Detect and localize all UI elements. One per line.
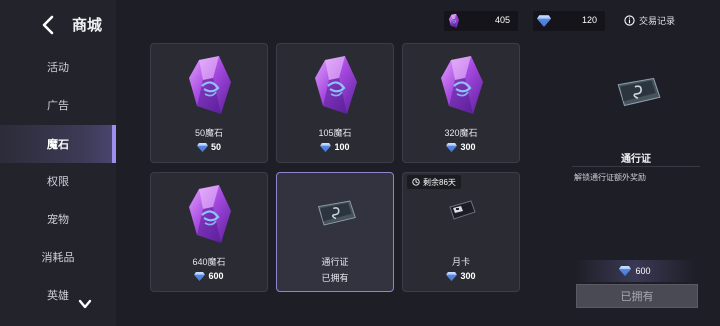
sidebar-item-ads[interactable]: 广告 [0,86,116,124]
product-price: 100 [277,142,393,152]
sidebar-item-heroes[interactable]: 英雄 [0,276,116,314]
product-price: 600 [151,271,267,281]
back-button[interactable] [38,12,58,38]
info-icon [624,15,635,26]
sidebar-item-magic-stone[interactable]: 魔石 [0,125,116,163]
chevron-down-icon[interactable] [78,298,92,310]
remaining-time: 剩余86天 [423,177,456,187]
remaining-time-badge: 剩余86天 [407,175,461,189]
diamond-icon [446,272,457,281]
purchase-price: 600 [574,260,696,282]
magic-stone-icon [448,13,460,29]
sidebar-item-privileges[interactable]: 权限 [0,162,116,200]
magic-stone-icon [311,56,361,116]
product-name: 月卡 [451,257,470,267]
purchase-price-value: 600 [635,266,651,276]
diamond-icon [537,15,551,27]
diamond-balance: 120 [533,11,605,31]
detail-description: 解锁通行证额外奖励 [574,173,646,182]
magic-stone-icon [437,56,487,116]
diamond-icon [320,143,331,152]
diamond-icon [197,143,208,152]
product-card-640-magic-stone[interactable]: 640魔石 600 [150,172,268,292]
transaction-records-label: 交易记录 [639,16,676,26]
product-price: 50 [151,142,267,152]
owned-status: 已拥有 [321,273,349,283]
product-name: 通行证 [321,257,349,267]
magic-stone-icon [185,56,235,116]
price-value: 50 [210,142,221,152]
diamond-icon [194,272,205,281]
product-name: 105魔石 [318,128,352,138]
product-card-105-magic-stone[interactable]: 105魔石 100 [276,43,394,163]
diamond-icon [446,143,457,152]
clock-icon [412,178,420,186]
page-title: 商城 [72,17,103,34]
product-card-pass[interactable]: 通行证 已拥有 [276,172,394,292]
product-name: 320魔石 [444,128,478,138]
product-price: 300 [403,271,519,281]
price-value: 100 [334,142,350,152]
sidebar-item-activity[interactable]: 活动 [0,48,116,86]
magic-stone-balance: 405 [444,11,518,31]
transaction-records-link[interactable]: 交易记录 [624,14,675,27]
product-price: 300 [403,142,519,152]
diamond-icon [619,266,631,276]
sidebar: 商城 活动 广告 魔石 权限 宠物 消耗品 英雄 [0,0,116,326]
divider [572,166,700,167]
price-value: 600 [208,271,224,281]
price-value: 300 [460,271,476,281]
diamond-value: 120 [581,15,597,25]
sidebar-item-consumables[interactable]: 消耗品 [0,238,116,276]
owned-button[interactable]: 已拥有 [576,284,698,308]
monthly-card-icon [449,200,476,220]
product-card-monthly[interactable]: 剩余86天 月卡 300 [402,172,520,292]
chevron-left-icon [42,15,54,35]
magic-stone-value: 405 [494,15,510,25]
pass-ticket-preview-icon [612,76,664,108]
detail-title: 通行证 [621,154,651,165]
pass-ticket-icon [313,199,359,227]
magic-stone-icon [185,185,235,245]
product-card-320-magic-stone[interactable]: 320魔石 300 [402,43,520,163]
product-name: 50魔石 [194,128,223,138]
price-value: 300 [460,142,476,152]
product-card-50-magic-stone[interactable]: 50魔石 50 [150,43,268,163]
product-name: 640魔石 [192,257,226,267]
sidebar-item-pets[interactable]: 宠物 [0,200,116,238]
